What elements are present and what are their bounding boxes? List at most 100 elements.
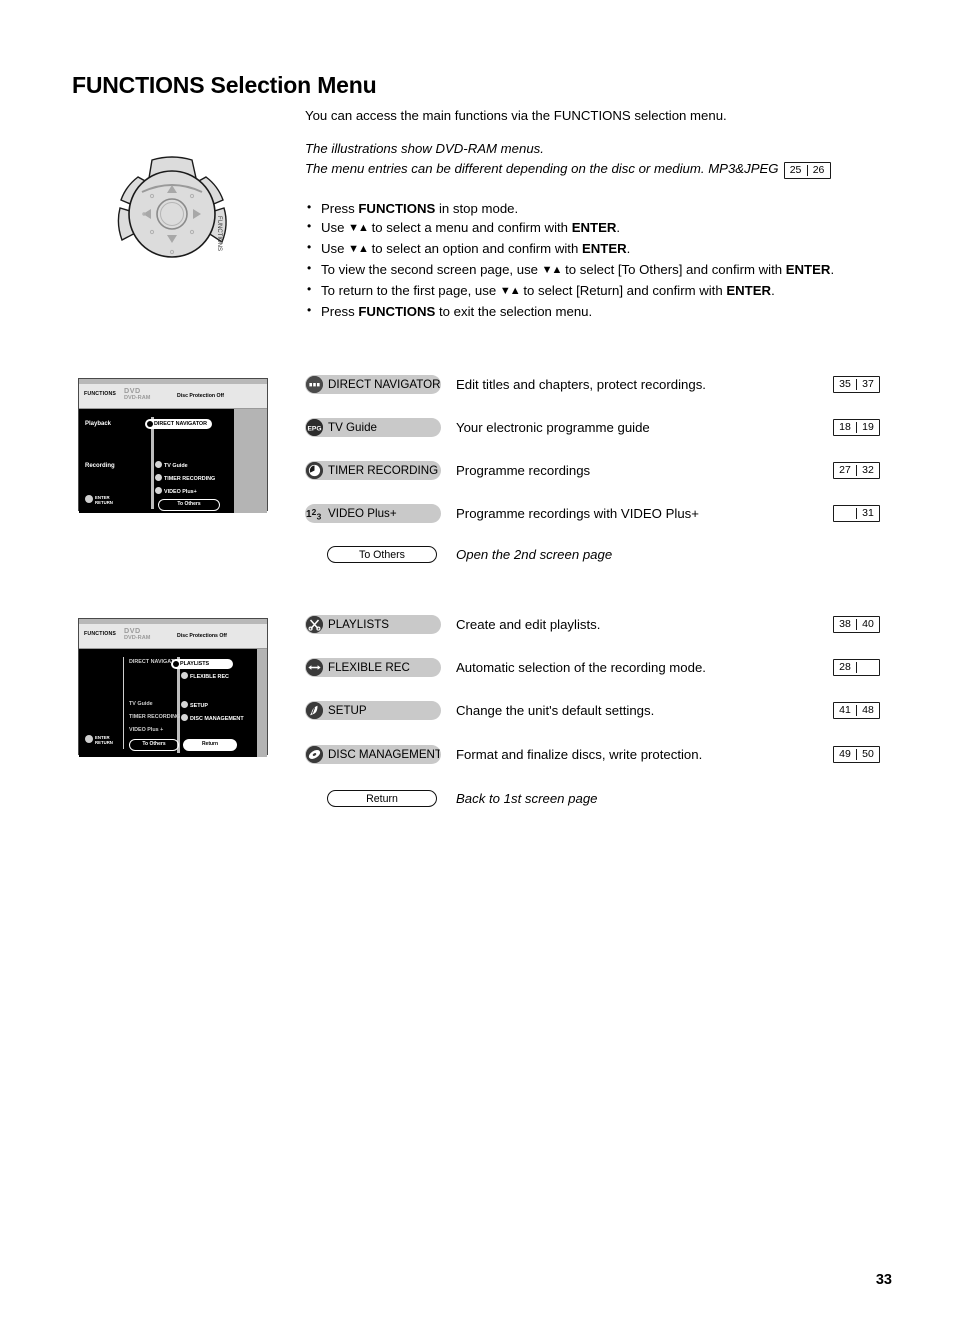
bullet-mid: to select an option and confirm with: [367, 241, 582, 256]
svg-text:EPG: EPG: [308, 425, 322, 432]
screen-item-disc-management[interactable]: DISC MANAGEMENT: [181, 714, 244, 722]
bullet-pre: Use: [321, 241, 349, 256]
screen-to-others-button[interactable]: To Others: [158, 499, 220, 511]
dvd-logo-sub: DVD-RAM: [124, 634, 151, 641]
menu-row-tv-guide: EPG TV Guide Your electronic programme g…: [305, 418, 905, 438]
screen-selected-direct-navigator[interactable]: DIRECT NAVIGATOR: [145, 419, 213, 429]
menu-pill-timer-recording[interactable]: TIMER RECORDING: [305, 461, 441, 480]
screen-col-recording: Recording: [85, 463, 115, 469]
screen-item-flexible-rec[interactable]: FLEXIBLE REC: [181, 672, 229, 680]
bullet-mid: in stop mode.: [435, 201, 519, 216]
svg-text:3: 3: [317, 512, 322, 522]
wrench-icon: [181, 701, 188, 708]
bullet-item: To view the second screen page, use ▼▲ t…: [305, 259, 905, 281]
menu-row-timer-recording: TIMER RECORDING Programme recordings 27 3…: [305, 461, 905, 481]
updown-arrows-icon: ▼▲: [348, 243, 369, 255]
bullet-pre: Use: [321, 220, 349, 235]
menu-pill-disc-management[interactable]: DISC MANAGEMENT: [305, 745, 441, 764]
bullet-pre: To return to the first page, use: [321, 283, 500, 298]
disc-protection-status: Disc Protections Off: [177, 633, 227, 639]
ref-page-right: 32: [862, 464, 874, 476]
menu-row-video-plus: 123 VIDEO Plus+ Programme recordings wit…: [305, 504, 905, 524]
screen-item-label: VIDEO Plus +: [129, 727, 164, 733]
disc-icon: [306, 746, 323, 763]
to-others-button[interactable]: To Others: [327, 546, 437, 563]
ref-page-right: 48: [862, 704, 874, 716]
page-reference: 41 48: [833, 702, 880, 721]
ref-page-right: 19: [862, 421, 874, 433]
screen-item-label: TV Guide: [164, 463, 188, 469]
ref-page-right: 50: [862, 748, 874, 760]
menu-row-to-others: To Others Open the 2nd screen page: [305, 546, 905, 566]
bullet-bold: ENTER: [726, 283, 772, 298]
bullet-bold: ENTER: [785, 262, 831, 277]
screen-item-label: TIMER RECORDING: [129, 714, 181, 720]
page-reference: 35 37: [833, 376, 880, 395]
menu-row-disc-management: DISC MANAGEMENT Format and finalize disc…: [305, 745, 905, 765]
bullet-item: Press FUNCTIONS in stop mode.: [305, 198, 905, 218]
direct-navigator-icon: [147, 420, 153, 427]
screen-item-setup[interactable]: SETUP: [181, 701, 208, 709]
return-button[interactable]: Return: [327, 790, 437, 807]
dvd-logo-top: DVD: [124, 386, 141, 395]
menu-pill-label: SETUP: [328, 704, 367, 717]
page-title: FUNCTIONS Selection Menu: [72, 72, 377, 99]
numbers-icon: [155, 487, 162, 494]
screen-item-timer-recording[interactable]: TIMER RECORDING: [155, 474, 215, 482]
remote-control-illustration: FUNCTIONS: [108, 152, 238, 277]
menu-pill-playlists[interactable]: PLAYLISTS: [305, 615, 441, 634]
screen-left-divider: [123, 657, 124, 749]
page-number: 33: [875, 1272, 892, 1288]
bullet-item: Use ▼▲ to select an option and confirm w…: [305, 238, 905, 260]
bullet-bold: ENTER: [571, 220, 617, 235]
return-description: Back to 1st screen page: [456, 791, 598, 806]
dvd-logo: DVD DVD-RAM: [124, 387, 150, 402]
screen-body: Playback Recording DIRECT NAVIGATOR TV G…: [79, 409, 267, 513]
bullet-item: To return to the first page, use ▼▲ to s…: [305, 280, 905, 302]
ref-page-right: 31: [862, 507, 874, 519]
screen-selected-playlists[interactable]: PLAYLISTS: [171, 659, 233, 669]
screen-item-timer-recording[interactable]: TIMER RECORDING: [129, 714, 180, 720]
screen-illustration-page2: FUNCTIONS DVD DVD-RAM Disc Protections O…: [78, 618, 268, 757]
screen-rail: [151, 417, 154, 509]
screen-item-label: SETUP: [190, 703, 208, 709]
menu-row-flexible-rec: FLEXIBLE REC Automatic selection of the …: [305, 658, 905, 678]
menu-pill-video-plus[interactable]: 123 VIDEO Plus+: [305, 504, 441, 523]
menu-description: Create and edit playlists.: [456, 617, 601, 632]
screen-item-label: VIDEO Plus+: [164, 489, 197, 495]
bullet-item: Press FUNCTIONS to exit the selection me…: [305, 301, 905, 321]
disc-protection-status: Disc Protection Off: [177, 393, 224, 399]
menu-pill-tv-guide[interactable]: EPG TV Guide: [305, 418, 441, 437]
menu-pill-label: PLAYLISTS: [328, 618, 390, 631]
clock-icon: [155, 474, 162, 481]
screen-rail: [177, 657, 180, 753]
screen-item-label: TV Guide: [129, 701, 153, 707]
screen-selected-label: DIRECT NAVIGATOR: [154, 421, 208, 427]
screen-return-button[interactable]: Return: [183, 739, 237, 751]
menu-pill-setup[interactable]: SETUP: [305, 701, 441, 720]
bullet-bold: ENTER: [581, 241, 627, 256]
updown-arrows-icon: ▼▲: [541, 264, 563, 276]
page-reference: 27 32: [833, 462, 880, 481]
screen-to-others-button[interactable]: To Others: [129, 739, 179, 751]
ref-page-right: 40: [862, 618, 874, 630]
screen-item-video-plus[interactable]: VIDEO Plus+: [155, 487, 197, 495]
ref-page-right: 37: [862, 378, 874, 390]
screen-item-video-plus[interactable]: VIDEO Plus +: [129, 727, 163, 733]
menu-pill-flexible-rec[interactable]: FLEXIBLE REC: [305, 658, 441, 677]
bullet-mid: to exit the selection menu.: [435, 304, 593, 319]
bullet-pre: Press: [321, 201, 359, 216]
ref-page-left: 27: [839, 464, 851, 476]
remote-functions-label: FUNCTIONS: [216, 216, 222, 251]
ref-page-left: 35: [839, 378, 851, 390]
menu-pill-direct-navigator[interactable]: DIRECT NAVIGATOR: [305, 375, 441, 394]
menu-pill-label: VIDEO Plus+: [328, 507, 397, 520]
book-spine: [856, 662, 857, 673]
screen-item-tv-guide[interactable]: TV Guide: [129, 701, 153, 707]
ref-page-left: 38: [839, 618, 851, 630]
screen-header: FUNCTIONS DVD DVD-RAM Disc Protection Of…: [79, 384, 267, 409]
menu-description: Your electronic programme guide: [456, 420, 650, 435]
screen-item-tv-guide[interactable]: TV Guide: [155, 461, 188, 469]
dpad-knob-icon: [85, 735, 93, 744]
menu-pill-label: TIMER RECORDING: [328, 464, 439, 477]
